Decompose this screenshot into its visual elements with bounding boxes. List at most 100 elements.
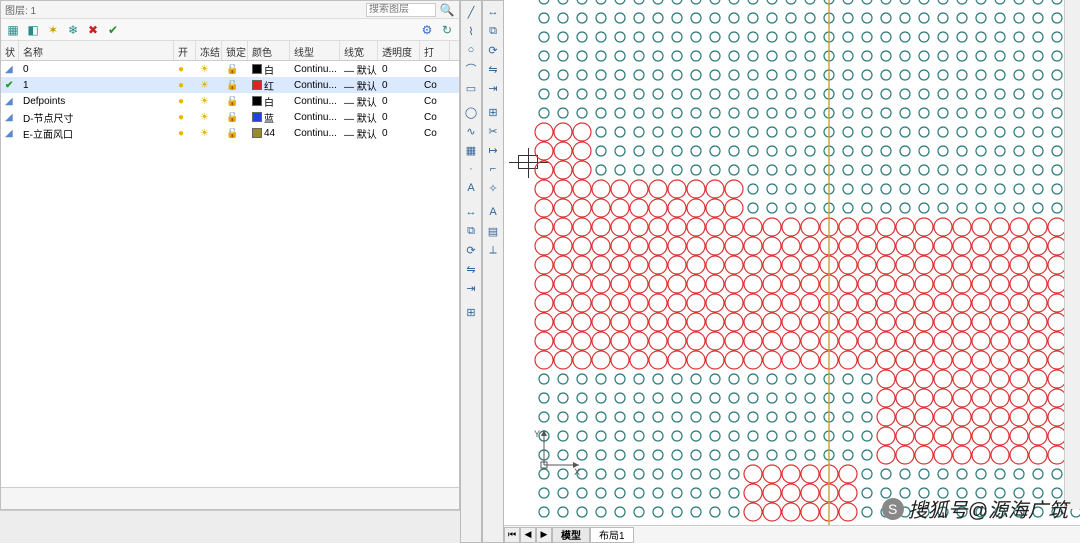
layer-linetype[interactable]: Continu... [290, 64, 340, 75]
col-linetype[interactable]: 线型 [290, 41, 340, 60]
rotate-tool[interactable]: ⟳ [484, 41, 502, 59]
col-lock[interactable]: 锁定 [222, 41, 248, 60]
layer-name[interactable]: 1 [19, 80, 174, 91]
offset-tool[interactable]: ⇥ [484, 79, 502, 97]
tab-model[interactable]: 模型 [552, 527, 590, 543]
lock-icon[interactable]: 🔓 [226, 80, 238, 91]
vertical-scrollbar[interactable] [1064, 0, 1080, 509]
text-A-tool[interactable]: A [484, 203, 502, 221]
trim-tool[interactable]: ✂ [484, 122, 502, 140]
sun-icon[interactable]: ☀ [200, 112, 209, 123]
layer-lineweight[interactable]: — 默认 [340, 126, 378, 141]
lock-icon[interactable]: 🔓 [226, 96, 238, 107]
layer-color[interactable]: 白 [248, 62, 290, 77]
point-tool[interactable]: · [462, 160, 480, 178]
rect-tool[interactable]: ▭ [462, 79, 480, 97]
mirror-tool[interactable]: ⇋ [462, 260, 480, 278]
apply-icon[interactable]: ✔ [105, 22, 121, 38]
ellipse-tool[interactable]: ◯ [462, 103, 480, 121]
drawing-canvas[interactable]: X Y [504, 0, 1080, 525]
layer-lineweight[interactable]: — 默认 [340, 78, 378, 93]
layer-plot[interactable]: Co [420, 64, 450, 75]
col-name[interactable]: 名称 [19, 41, 174, 60]
layer-linetype[interactable]: Continu... [290, 80, 340, 91]
layer-props-icon[interactable]: ▦ [5, 22, 21, 38]
line-tool[interactable]: ╱ [462, 3, 480, 21]
layer-plot[interactable]: Co [420, 96, 450, 107]
layer-row[interactable]: ◢D-节点尺寸●☀🔓 蓝Continu...— 默认0Co [1, 109, 459, 125]
layer-search-input[interactable] [366, 3, 436, 17]
rotate-tool[interactable]: ⟳ [462, 241, 480, 259]
layer-row[interactable]: ✔1●☀🔓 红Continu...— 默认0Co [1, 77, 459, 93]
array-tool[interactable]: ⊞ [484, 103, 502, 121]
col-freeze[interactable]: 冻结 [196, 41, 222, 60]
layer-color[interactable]: 蓝 [248, 110, 290, 125]
fillet-tool[interactable]: ⌐ [484, 160, 502, 178]
tab-nav-first[interactable]: ⏮ [504, 527, 520, 543]
new-layer-icon[interactable]: ◧ [25, 22, 41, 38]
copy-tool[interactable]: ⧉ [462, 222, 480, 240]
bulb-icon[interactable]: ● [178, 112, 184, 123]
lock-icon[interactable]: 🔓 [226, 112, 238, 123]
layer-name[interactable]: D-节点尺寸 [19, 110, 174, 125]
hatch-tool[interactable]: ▦ [462, 141, 480, 159]
layer-row[interactable]: ◢0●☀🔓 白Continu...— 默认0Co [1, 61, 459, 77]
array-tool[interactable]: ⊞ [462, 303, 480, 321]
layer-transparency[interactable]: 0 [378, 80, 420, 91]
lock-icon[interactable]: 🔓 [226, 64, 238, 75]
col-status[interactable]: 状 [1, 41, 19, 60]
layer-transparency[interactable]: 0 [378, 64, 420, 75]
sun-icon[interactable]: ☀ [200, 64, 209, 75]
layer-color[interactable]: 白 [248, 94, 290, 109]
sun-icon[interactable]: ☀ [200, 80, 209, 91]
dim-tool[interactable]: ⟂ [484, 241, 502, 259]
table-tool[interactable]: ▤ [484, 222, 502, 240]
tab-nav-next[interactable]: ▶ [536, 527, 552, 543]
layer-row[interactable]: ◢Defpoints●☀🔓 白Continu...— 默认0Co [1, 93, 459, 109]
col-on[interactable]: 开 [174, 41, 196, 60]
move-tool[interactable]: ↔ [484, 3, 502, 21]
layer-color[interactable]: 红 [248, 78, 290, 93]
layer-state-icon[interactable]: ✶ [45, 22, 61, 38]
layer-lineweight[interactable]: — 默认 [340, 94, 378, 109]
filter-icon[interactable]: ⚙ [419, 22, 435, 38]
explode-tool[interactable]: ✧ [484, 179, 502, 197]
lock-icon[interactable]: 🔓 [226, 128, 238, 139]
layer-linetype[interactable]: Continu... [290, 96, 340, 107]
refresh-icon[interactable]: ↻ [439, 22, 455, 38]
layer-transparency[interactable]: 0 [378, 112, 420, 123]
offset-tool[interactable]: ⇥ [462, 279, 480, 297]
arc-tool[interactable]: ⌒ [462, 60, 480, 78]
layer-name[interactable]: 0 [19, 64, 174, 75]
layer-transparency[interactable]: 0 [378, 96, 420, 107]
layer-color[interactable]: 44 [248, 128, 290, 139]
search-icon[interactable]: 🔍 [439, 2, 455, 18]
tab-nav-prev[interactable]: ◀ [520, 527, 536, 543]
col-transparency[interactable]: 透明度 [378, 41, 420, 60]
mirror-tool[interactable]: ⇋ [484, 60, 502, 78]
layer-lineweight[interactable]: — 默认 [340, 62, 378, 77]
layer-lineweight[interactable]: — 默认 [340, 110, 378, 125]
text-tool[interactable]: A [462, 179, 480, 197]
col-plot[interactable]: 打 [420, 41, 450, 60]
layer-name[interactable]: E-立面风口 [19, 126, 174, 141]
spline-tool[interactable]: ∿ [462, 122, 480, 140]
delete-layer-icon[interactable]: ✖ [85, 22, 101, 38]
sun-icon[interactable]: ☀ [200, 128, 209, 139]
copy-tool[interactable]: ⧉ [484, 22, 502, 40]
layer-name[interactable]: Defpoints [19, 96, 174, 107]
bulb-icon[interactable]: ● [178, 64, 184, 75]
col-lineweight[interactable]: 线宽 [340, 41, 378, 60]
layer-plot[interactable]: Co [420, 128, 450, 139]
layer-plot[interactable]: Co [420, 112, 450, 123]
bulb-icon[interactable]: ● [178, 128, 184, 139]
tab-layout1[interactable]: 布局1 [590, 527, 634, 543]
freeze-layer-icon[interactable]: ❄ [65, 22, 81, 38]
layer-transparency[interactable]: 0 [378, 128, 420, 139]
layer-linetype[interactable]: Continu... [290, 112, 340, 123]
extend-tool[interactable]: ↦ [484, 141, 502, 159]
layer-plot[interactable]: Co [420, 80, 450, 91]
bulb-icon[interactable]: ● [178, 80, 184, 91]
sun-icon[interactable]: ☀ [200, 96, 209, 107]
layer-linetype[interactable]: Continu... [290, 128, 340, 139]
